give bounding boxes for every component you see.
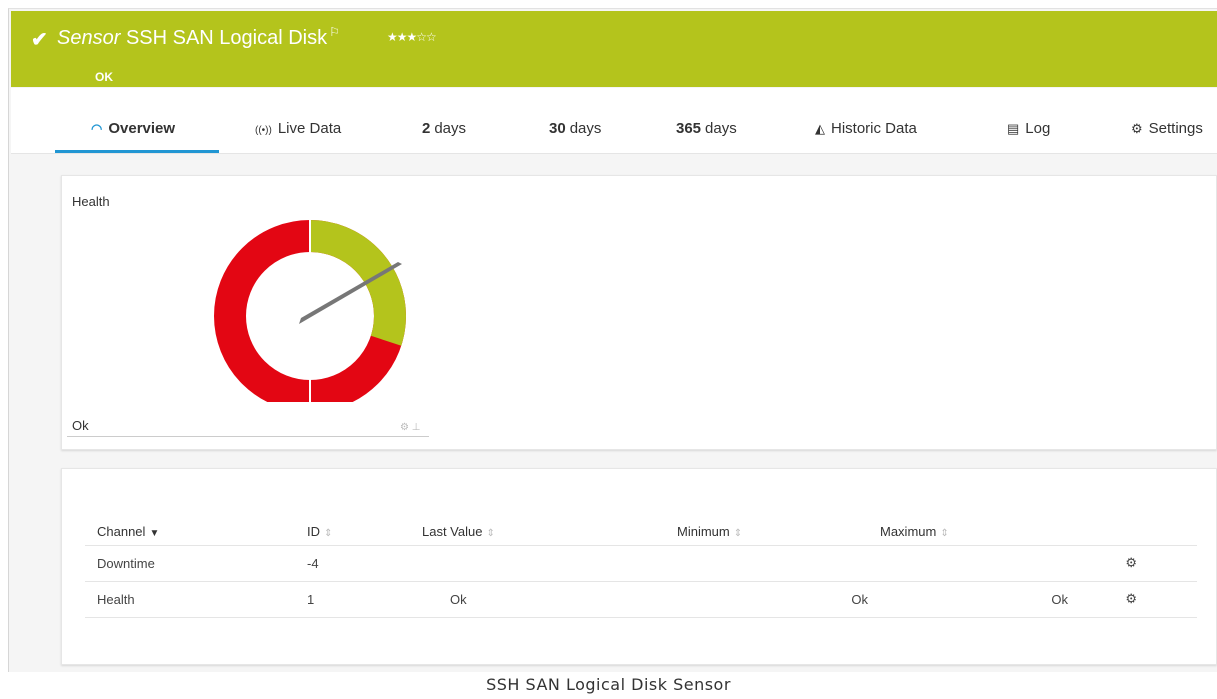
gear-icon[interactable]: ⚙: [400, 422, 409, 433]
priority-stars[interactable]: ★★★☆☆: [387, 30, 437, 44]
tab-365-days[interactable]: 365 days: [676, 120, 737, 137]
health-gauge: [214, 212, 406, 402]
cell-minimum: Ok: [665, 581, 868, 618]
column-id[interactable]: ID ⇕: [295, 519, 410, 546]
cell-id: 1: [295, 581, 410, 618]
table-row: Health 1 Ok Ok Ok ⚙: [85, 581, 1197, 618]
channel-settings-icon[interactable]: ⚙: [1125, 591, 1137, 606]
log-icon: ▤: [1007, 121, 1020, 136]
sort-desc-icon: ▼: [149, 528, 160, 540]
check-icon: ✔: [31, 29, 48, 51]
health-gauge-panel: Health Ok ⚙ ⊥: [61, 175, 1217, 450]
cell-maximum: Ok: [868, 581, 1068, 618]
tab-log[interactable]: ▤ Log: [1007, 120, 1050, 137]
column-channel[interactable]: Channel ▼: [85, 519, 295, 546]
tab-bar: ◠ Overview ((•)) Live Data 2 days 30 days 36…: [11, 88, 1217, 154]
tab-overview[interactable]: ◠ Overview: [91, 120, 175, 137]
table-header-row: Channel ▼ ID ⇕ Last Value ⇕ Minimum ⇕ Maximu…: [85, 519, 1197, 546]
gauge-icon: ◠: [91, 121, 103, 136]
tab-live-data[interactable]: ((•)) Live Data: [255, 120, 341, 137]
chart-icon: ◭: [815, 121, 825, 136]
active-tab-indicator: [55, 150, 219, 153]
gauge-title: Health: [72, 194, 110, 209]
cell-last-value: Ok: [410, 581, 665, 618]
column-last-value[interactable]: Last Value ⇕: [410, 519, 665, 546]
cell-actions: ⚙: [1068, 545, 1197, 582]
channel-table-panel: Channel ▼ ID ⇕ Last Value ⇕ Minimum ⇕ Maximu…: [61, 468, 1217, 665]
column-maximum[interactable]: Maximum ⇕: [868, 519, 1068, 546]
sort-icon: ⇕: [324, 528, 333, 540]
cell-channel[interactable]: Downtime: [85, 545, 295, 582]
sort-icon: ⇕: [486, 528, 495, 540]
column-actions: [1068, 519, 1197, 546]
gear-icon: ⚙: [1131, 121, 1143, 136]
gauge-tools[interactable]: ⚙ ⊥: [400, 422, 420, 433]
cell-channel[interactable]: Health: [85, 581, 295, 618]
cell-minimum: [665, 545, 868, 582]
status-text: OK: [95, 70, 113, 84]
cell-maximum: [868, 545, 1068, 582]
cell-id: -4: [295, 545, 410, 582]
flag-icon[interactable]: ⚐: [329, 25, 340, 39]
gauge-divider-line: [67, 436, 429, 437]
channel-settings-icon[interactable]: ⚙: [1125, 555, 1137, 570]
sensor-header: ✔ Sensor SSH SAN Logical Disk ⚐ ★★★☆☆ OK: [11, 11, 1217, 87]
gauge-value: Ok: [72, 418, 89, 433]
tab-2-days[interactable]: 2 days: [422, 120, 466, 137]
pin-icon[interactable]: ⊥: [412, 422, 421, 433]
table-row: Downtime -4 ⚙: [85, 545, 1197, 582]
sort-icon: ⇕: [733, 528, 743, 540]
tab-30-days[interactable]: 30 days: [549, 120, 601, 137]
column-minimum[interactable]: Minimum ⇕: [665, 519, 868, 546]
channel-table: Channel ▼ ID ⇕ Last Value ⇕ Minimum ⇕ Maximu…: [85, 519, 1197, 618]
tab-historic-data[interactable]: ◭ Historic Data: [815, 120, 917, 137]
cell-last-value: [410, 545, 665, 582]
figure-caption: SSH SAN Logical Disk Sensor: [486, 675, 731, 694]
live-icon: ((•)): [255, 125, 272, 136]
sort-icon: ⇕: [940, 528, 949, 540]
sensor-title: Sensor SSH SAN Logical Disk ⚐: [57, 25, 340, 49]
tab-settings[interactable]: ⚙ Settings: [1131, 120, 1203, 137]
cell-actions: ⚙: [1068, 581, 1197, 618]
